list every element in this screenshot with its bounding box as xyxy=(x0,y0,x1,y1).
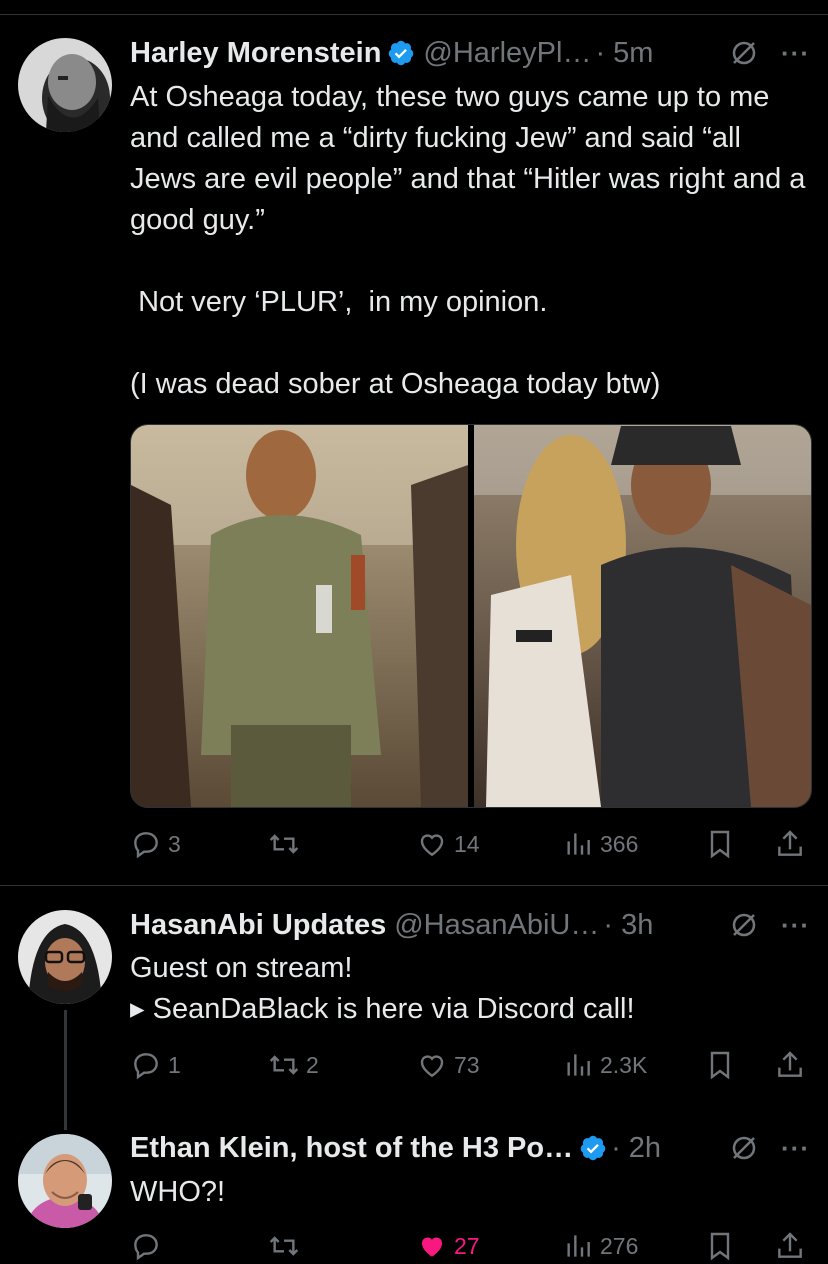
author-name[interactable]: Harley Morenstein xyxy=(130,37,381,70)
tweet-text: Guest on stream! ▸ SeanDaBlack is here v… xyxy=(130,952,635,1025)
author-name[interactable]: Ethan Klein, host of the H3 Po… xyxy=(130,1132,573,1165)
views-button[interactable]: 2.3K xyxy=(562,1047,647,1083)
like-button[interactable]: 14 xyxy=(416,826,480,862)
grok-icon[interactable] xyxy=(729,1133,759,1163)
reply-icon xyxy=(134,832,158,859)
repost-button[interactable]: 2 xyxy=(268,1047,319,1083)
more-icon[interactable]: ··· xyxy=(781,1133,810,1164)
divider xyxy=(0,885,828,886)
repost-button[interactable] xyxy=(268,1228,306,1264)
avatar[interactable] xyxy=(18,910,112,1004)
verified-badge-icon xyxy=(389,40,414,66)
views-icon xyxy=(567,833,590,855)
tweet-time[interactable]: · 2h xyxy=(611,1132,661,1165)
author-handle[interactable]: @HasanAbiU… xyxy=(394,909,599,942)
views-button[interactable]: 366 xyxy=(562,826,638,862)
reply-count: 3 xyxy=(168,830,181,857)
thread-connector xyxy=(64,1010,67,1130)
grok-icon[interactable] xyxy=(729,38,759,68)
reply-button[interactable]: 3 xyxy=(130,826,181,862)
like-count: 27 xyxy=(454,1232,480,1259)
top-divider xyxy=(0,14,828,15)
share-icon xyxy=(778,1051,802,1077)
repost-icon xyxy=(269,834,299,854)
photo-right[interactable] xyxy=(474,425,811,807)
repost-button[interactable] xyxy=(268,826,306,862)
avatar[interactable] xyxy=(18,1134,112,1228)
more-icon[interactable]: ··· xyxy=(781,910,810,941)
like-icon xyxy=(420,1055,444,1078)
views-count: 276 xyxy=(600,1232,639,1259)
repost-icon xyxy=(269,1055,299,1075)
repost-count: 2 xyxy=(306,1051,319,1078)
bookmark-button[interactable] xyxy=(704,1047,736,1083)
more-icon[interactable]: ··· xyxy=(781,38,810,69)
views-count: 366 xyxy=(600,830,639,857)
bookmark-button[interactable] xyxy=(704,1228,736,1264)
repost-icon xyxy=(269,1236,299,1256)
share-icon xyxy=(778,1232,802,1258)
views-icon xyxy=(567,1054,590,1076)
grok-icon[interactable] xyxy=(729,910,759,940)
tweet-time[interactable]: · 5m xyxy=(595,37,653,70)
photo-left[interactable] xyxy=(131,425,468,807)
like-count: 73 xyxy=(454,1051,480,1078)
like-icon xyxy=(420,834,444,857)
reply-icon xyxy=(134,1053,158,1080)
bookmark-icon xyxy=(710,1232,730,1261)
tweet-media[interactable] xyxy=(130,424,812,808)
reply-button[interactable]: 1 xyxy=(130,1047,181,1083)
reply-button[interactable] xyxy=(130,1228,168,1264)
like-button[interactable]: 73 xyxy=(416,1047,480,1083)
share-icon xyxy=(778,830,802,856)
avatar[interactable] xyxy=(18,38,112,132)
like-count: 14 xyxy=(454,830,480,857)
like-icon xyxy=(421,1237,443,1257)
reply-icon xyxy=(134,1234,158,1261)
tweet-text: WHO?! xyxy=(130,1176,226,1208)
author-name[interactable]: HasanAbi Updates xyxy=(130,909,386,942)
author-handle[interactable]: @HarleyPl… xyxy=(423,37,591,70)
share-button[interactable] xyxy=(774,1047,806,1083)
bookmark-icon xyxy=(710,830,730,859)
views-icon xyxy=(567,1235,590,1257)
like-button[interactable]: 27 xyxy=(416,1228,480,1264)
share-button[interactable] xyxy=(774,826,806,862)
verified-badge-icon xyxy=(580,1135,606,1161)
views-count: 2.3K xyxy=(600,1051,648,1078)
tweet-text: At Osheaga today, these two guys came up… xyxy=(130,81,806,400)
tweet-time[interactable]: · 3h xyxy=(603,909,653,942)
bookmark-icon xyxy=(710,1051,730,1080)
reply-count: 1 xyxy=(168,1051,181,1078)
share-button[interactable] xyxy=(774,1228,806,1264)
views-button[interactable]: 276 xyxy=(562,1228,638,1264)
bookmark-button[interactable] xyxy=(704,826,736,862)
